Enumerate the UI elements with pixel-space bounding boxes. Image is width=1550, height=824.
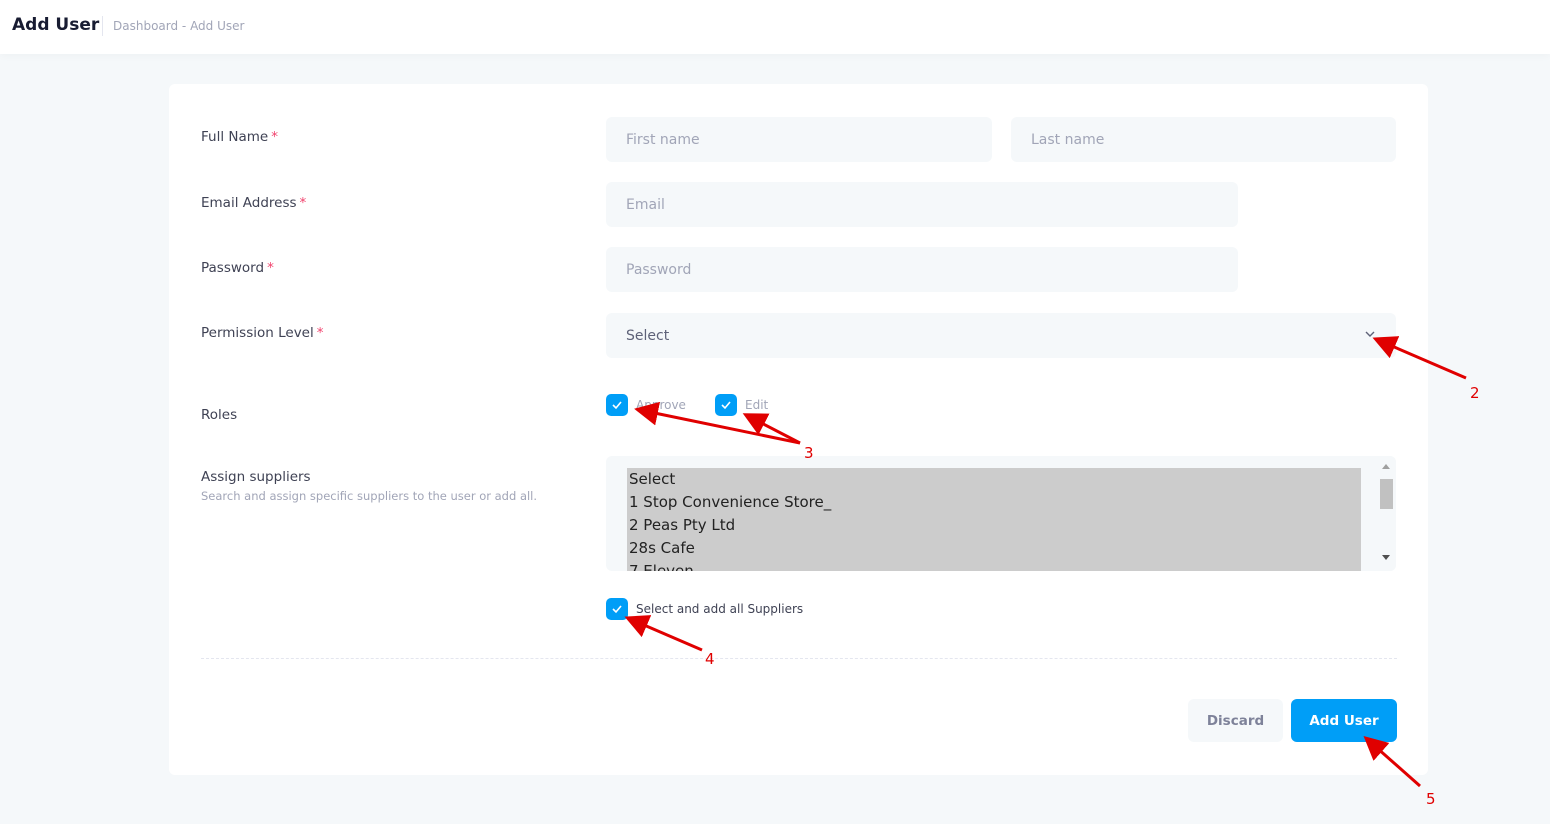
email-label-text: Email Address	[201, 195, 297, 211]
scroll-up-icon[interactable]	[1381, 462, 1391, 470]
role-approve-label: Approve	[636, 398, 686, 412]
full-name-label-text: Full Name	[201, 129, 269, 145]
assign-suppliers-label: Assign suppliers	[201, 469, 311, 485]
check-icon	[612, 401, 622, 410]
full-name-label: Full Name *	[201, 129, 278, 145]
email-label: Email Address *	[201, 195, 306, 211]
roles-label: Roles	[201, 407, 238, 423]
check-icon	[721, 401, 731, 410]
select-all-suppliers-label: Select and add all Suppliers	[636, 602, 804, 616]
scroll-down-icon[interactable]	[1381, 554, 1391, 562]
required-marker: *	[267, 260, 274, 276]
annotation-number: 5	[1426, 790, 1436, 808]
supplier-option[interactable]: 28s Cafe	[627, 537, 1361, 560]
supplier-option[interactable]: 7 Eleven	[627, 560, 1361, 571]
suppliers-options: Select 1 Stop Convenience Store_ 2 Peas …	[627, 468, 1361, 571]
suppliers-scrollbar[interactable]	[1376, 456, 1396, 571]
select-all-suppliers-checkbox[interactable]: Select and add all Suppliers	[606, 598, 803, 620]
email-input[interactable]	[606, 182, 1238, 227]
permission-level-label-text: Permission Level	[201, 325, 314, 341]
top-header: Add User Dashboard - Add User	[0, 0, 1550, 54]
annotation-number: 4	[705, 650, 715, 668]
checkbox-checked[interactable]	[606, 394, 628, 416]
supplier-option[interactable]: Select	[627, 468, 1361, 491]
password-label: Password *	[201, 260, 274, 276]
permission-level-select[interactable]: Select	[606, 313, 1396, 358]
supplier-option[interactable]: 1 Stop Convenience Store_	[627, 491, 1361, 514]
supplier-option[interactable]: 2 Peas Pty Ltd	[627, 514, 1361, 537]
checkbox-checked[interactable]	[715, 394, 737, 416]
scroll-thumb[interactable]	[1380, 479, 1393, 509]
role-edit-checkbox[interactable]: Edit	[715, 394, 768, 416]
role-edit-label: Edit	[745, 398, 769, 412]
annotation-number: 3	[804, 444, 814, 462]
permission-level-label: Permission Level *	[201, 325, 324, 341]
checkbox-checked[interactable]	[606, 598, 628, 620]
chevron-down-icon	[1365, 331, 1375, 337]
page-title: Add User	[12, 15, 100, 35]
first-name-input[interactable]	[606, 117, 992, 162]
check-icon	[612, 605, 622, 614]
last-name-input[interactable]	[1011, 117, 1396, 162]
title-divider	[102, 16, 103, 36]
annotation-number: 2	[1470, 384, 1480, 402]
required-marker: *	[299, 195, 307, 211]
role-approve-checkbox[interactable]: Approve	[606, 394, 686, 416]
discard-button[interactable]: Discard	[1188, 699, 1283, 742]
password-input[interactable]	[606, 247, 1238, 292]
suppliers-multiselect[interactable]: Select 1 Stop Convenience Store_ 2 Peas …	[606, 456, 1396, 571]
form-divider	[201, 658, 1397, 659]
password-label-text: Password	[201, 260, 265, 276]
breadcrumb: Dashboard - Add User	[113, 19, 245, 33]
required-marker: *	[271, 129, 278, 145]
add-user-button[interactable]: Add User	[1291, 699, 1397, 742]
add-user-form-card: Full Name* Email Address* Password* Perm…	[169, 84, 1428, 775]
permission-level-value: Select	[626, 327, 670, 344]
required-marker: *	[316, 325, 324, 341]
assign-suppliers-hint: Search and assign specific suppliers to …	[201, 489, 538, 503]
